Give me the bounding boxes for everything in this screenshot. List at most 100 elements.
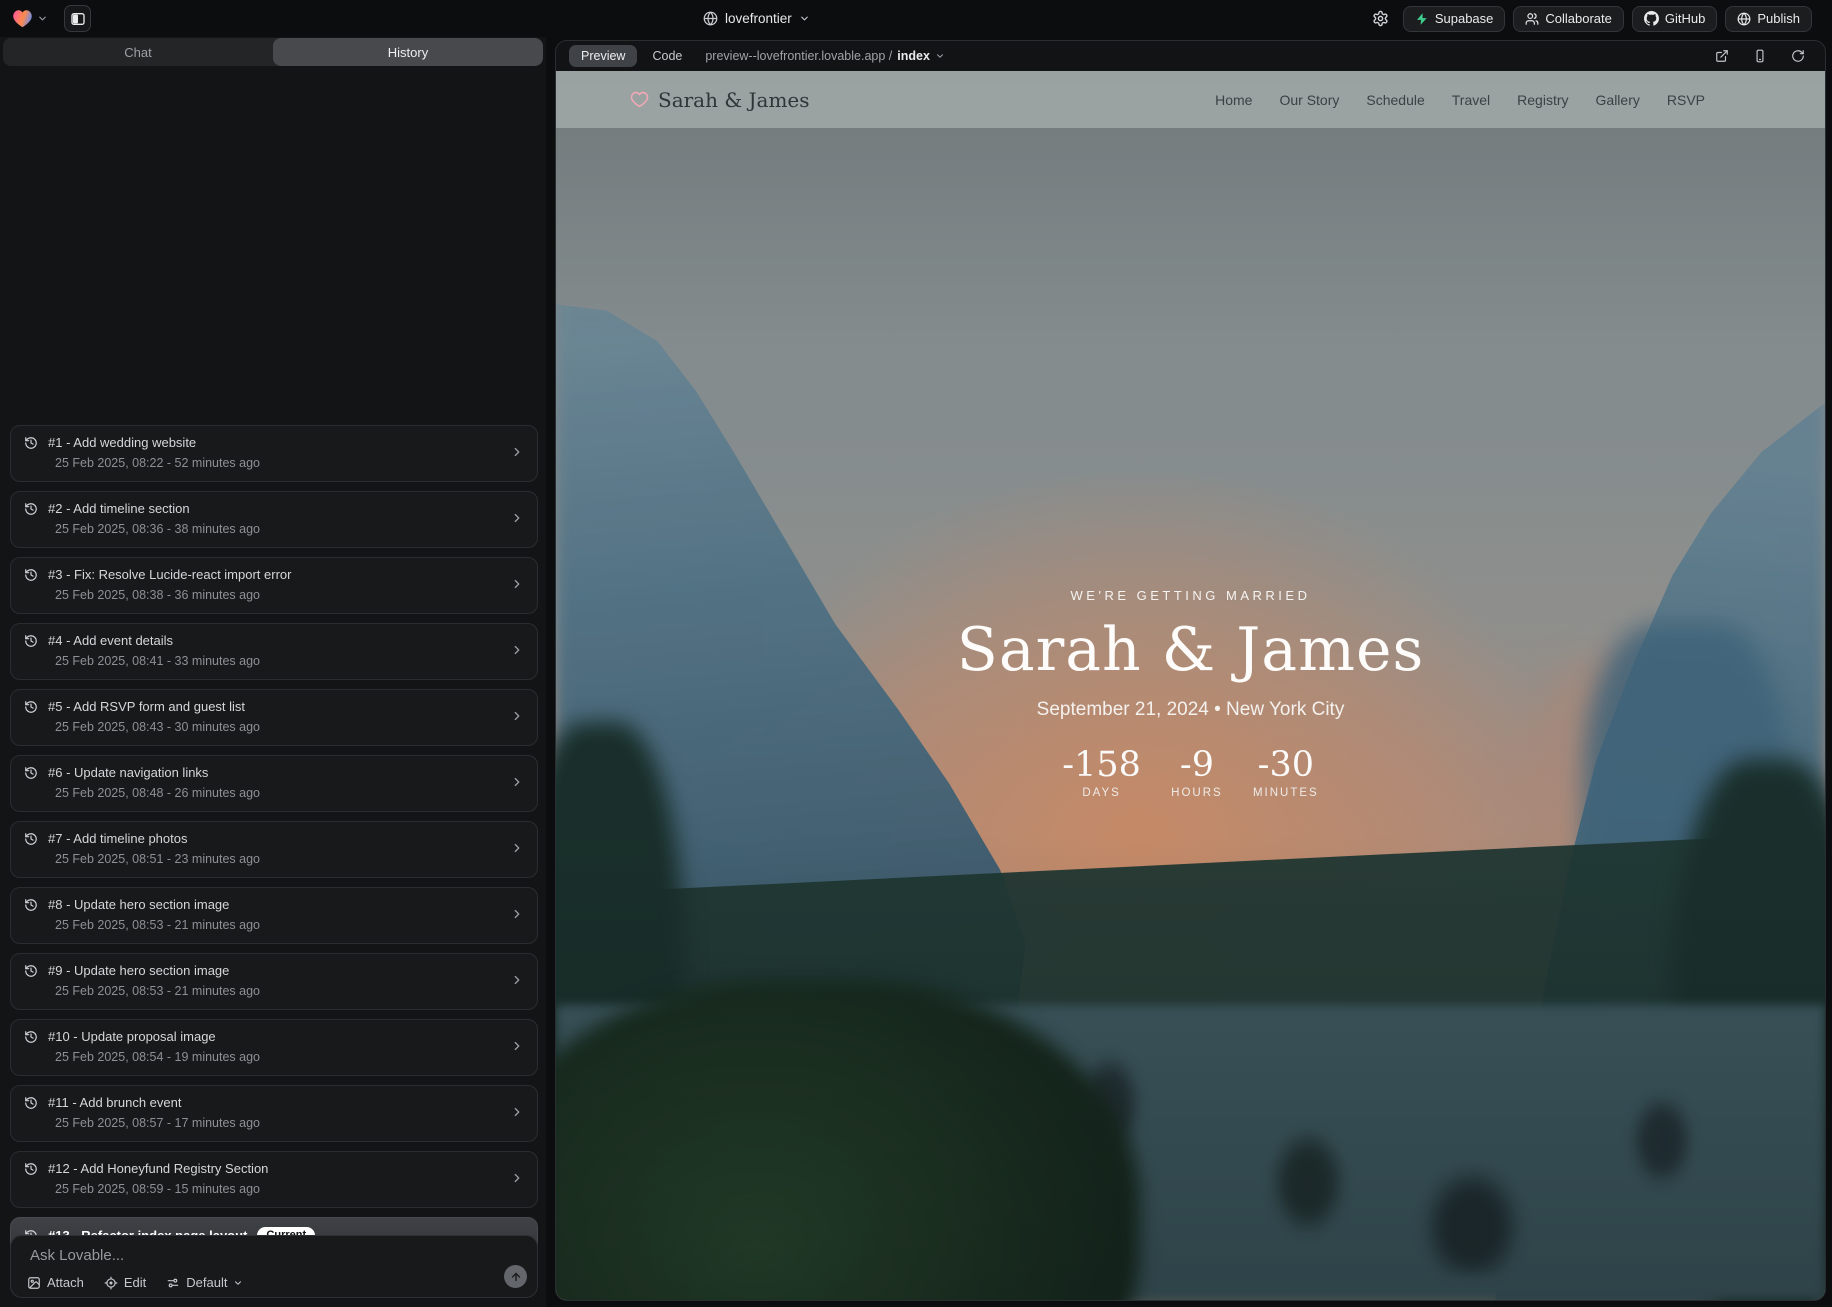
hero-eyebrow: WE'RE GETTING MARRIED xyxy=(1071,588,1311,603)
history-item[interactable]: #9 - Update hero section image 25 Feb 20… xyxy=(10,953,538,1010)
topbar-actions: Supabase Collaborate GitHub Publish xyxy=(1367,0,1812,37)
history-item-timestamp: 25 Feb 2025, 08:36 - 38 minutes ago xyxy=(55,522,260,536)
settings-button[interactable] xyxy=(1367,5,1395,33)
logo-group xyxy=(12,0,91,37)
project-name: lovefrontier xyxy=(725,11,792,26)
history-item-title: #9 - Update hero section image xyxy=(48,963,229,978)
history-item[interactable]: #10 - Update proposal image 25 Feb 2025,… xyxy=(10,1019,538,1076)
history-item-title: #11 - Add brunch event xyxy=(48,1095,181,1110)
external-link-icon xyxy=(1715,49,1729,63)
image-icon xyxy=(27,1276,41,1290)
history-item[interactable]: #1 - Add wedding website 25 Feb 2025, 08… xyxy=(10,425,538,482)
history-item-timestamp: 25 Feb 2025, 08:53 - 21 minutes ago xyxy=(55,918,260,932)
prompt-input[interactable]: Ask Lovable... xyxy=(30,1247,124,1264)
history-item-title: #1 - Add wedding website xyxy=(48,435,196,450)
history-icon xyxy=(24,1162,38,1176)
supabase-label: Supabase xyxy=(1435,11,1494,26)
logo-chevron-icon[interactable] xyxy=(37,13,48,24)
history-item-title: #4 - Add event details xyxy=(48,633,173,648)
refresh-button[interactable] xyxy=(1784,42,1812,70)
tab-history[interactable]: History xyxy=(273,38,543,66)
send-button[interactable] xyxy=(504,1265,527,1288)
chevron-down-icon xyxy=(799,13,810,24)
chevron-right-icon[interactable] xyxy=(510,1039,524,1053)
collaborate-label: Collaborate xyxy=(1545,11,1612,26)
chevron-right-icon[interactable] xyxy=(510,511,524,525)
tab-code[interactable]: Code xyxy=(652,49,682,63)
countdown-item: -9 HOURS xyxy=(1167,748,1227,799)
history-item-title: #3 - Fix: Resolve Lucide-react import er… xyxy=(48,567,291,582)
mobile-view-button[interactable] xyxy=(1746,42,1774,70)
users-icon xyxy=(1525,12,1539,26)
chat-history-tabs: Chat History xyxy=(3,38,543,66)
history-item-timestamp: 25 Feb 2025, 08:41 - 33 minutes ago xyxy=(55,654,260,668)
globe-icon xyxy=(703,11,718,26)
chevron-right-icon[interactable] xyxy=(510,1105,524,1119)
edit-button[interactable]: Edit xyxy=(104,1275,146,1290)
history-item-title: #7 - Add timeline photos xyxy=(48,831,187,846)
chevron-right-icon[interactable] xyxy=(510,775,524,789)
preview-actions xyxy=(1708,42,1812,70)
collaborate-button[interactable]: Collaborate xyxy=(1513,6,1624,32)
project-switcher[interactable]: lovefrontier xyxy=(703,0,810,37)
history-item-timestamp: 25 Feb 2025, 08:22 - 52 minutes ago xyxy=(55,456,260,470)
history-icon xyxy=(24,700,38,714)
history-icon xyxy=(24,436,38,450)
chevron-right-icon[interactable] xyxy=(510,445,524,459)
chevron-right-icon[interactable] xyxy=(510,643,524,657)
history-item-title: #8 - Update hero section image xyxy=(48,897,229,912)
github-button[interactable]: GitHub xyxy=(1632,6,1717,32)
mode-select[interactable]: Default xyxy=(166,1275,243,1290)
chevron-right-icon[interactable] xyxy=(510,709,524,723)
attach-button[interactable]: Attach xyxy=(27,1275,84,1290)
panel-left-icon xyxy=(70,11,86,27)
mode-label: Default xyxy=(186,1275,227,1290)
countdown-item: -30 MINUTES xyxy=(1253,748,1319,799)
history-icon xyxy=(24,766,38,780)
history-item[interactable]: #5 - Add RSVP form and guest list 25 Feb… xyxy=(10,689,538,746)
attach-label: Attach xyxy=(47,1275,84,1290)
arrow-up-icon xyxy=(510,1271,522,1283)
history-item[interactable]: #8 - Update hero section image 25 Feb 20… xyxy=(10,887,538,944)
chevron-right-icon[interactable] xyxy=(510,973,524,987)
hero-date-location: September 21, 2024 • New York City xyxy=(1037,699,1345,721)
history-icon xyxy=(24,634,38,648)
history-item[interactable]: #11 - Add brunch event 25 Feb 2025, 08:5… xyxy=(10,1085,538,1142)
supabase-button[interactable]: Supabase xyxy=(1403,6,1506,32)
chevron-right-icon[interactable] xyxy=(510,1171,524,1185)
gear-icon xyxy=(1372,10,1389,27)
open-external-button[interactable] xyxy=(1708,42,1736,70)
history-item[interactable]: #2 - Add timeline section 25 Feb 2025, 0… xyxy=(10,491,538,548)
toggle-sidebar-button[interactable] xyxy=(64,5,91,32)
composer: Ask Lovable... Attach Edit Default xyxy=(10,1235,538,1298)
chevron-right-icon[interactable] xyxy=(510,577,524,591)
history-icon xyxy=(24,502,38,516)
history-item[interactable]: #12 - Add Honeyfund Registry Section 25 … xyxy=(10,1151,538,1208)
countdown-label: HOURS xyxy=(1167,787,1227,799)
countdown-value: -158 xyxy=(1062,748,1141,783)
publish-label: Publish xyxy=(1757,11,1800,26)
countdown-item: -158 DAYS xyxy=(1062,748,1141,799)
url-page: index xyxy=(897,49,930,63)
lovable-logo-icon[interactable] xyxy=(12,9,33,28)
tab-chat[interactable]: Chat xyxy=(3,38,273,66)
history-item-timestamp: 25 Feb 2025, 08:59 - 15 minutes ago xyxy=(55,1182,260,1196)
history-item[interactable]: #4 - Add event details 25 Feb 2025, 08:4… xyxy=(10,623,538,680)
tab-preview[interactable]: Preview xyxy=(569,45,637,67)
site-preview: Sarah & James HomeOur StoryScheduleTrave… xyxy=(556,71,1825,1300)
history-item[interactable]: #7 - Add timeline photos 25 Feb 2025, 08… xyxy=(10,821,538,878)
chevron-right-icon[interactable] xyxy=(510,907,524,921)
history-item-timestamp: 25 Feb 2025, 08:38 - 36 minutes ago xyxy=(55,588,260,602)
history-item[interactable]: #6 - Update navigation links 25 Feb 2025… xyxy=(10,755,538,812)
mode-chevron-down-icon xyxy=(233,1278,243,1288)
history-icon xyxy=(24,964,38,978)
history-icon xyxy=(24,898,38,912)
history-item-timestamp: 25 Feb 2025, 08:53 - 21 minutes ago xyxy=(55,984,260,998)
chevron-right-icon[interactable] xyxy=(510,841,524,855)
publish-button[interactable]: Publish xyxy=(1725,6,1812,32)
history-item[interactable]: #3 - Fix: Resolve Lucide-react import er… xyxy=(10,557,538,614)
supabase-bolt-icon xyxy=(1415,12,1429,26)
preview-url[interactable]: preview--lovefrontier.lovable.app / inde… xyxy=(705,49,945,63)
history-item-title: #10 - Update proposal image xyxy=(48,1029,216,1044)
github-label: GitHub xyxy=(1665,11,1705,26)
